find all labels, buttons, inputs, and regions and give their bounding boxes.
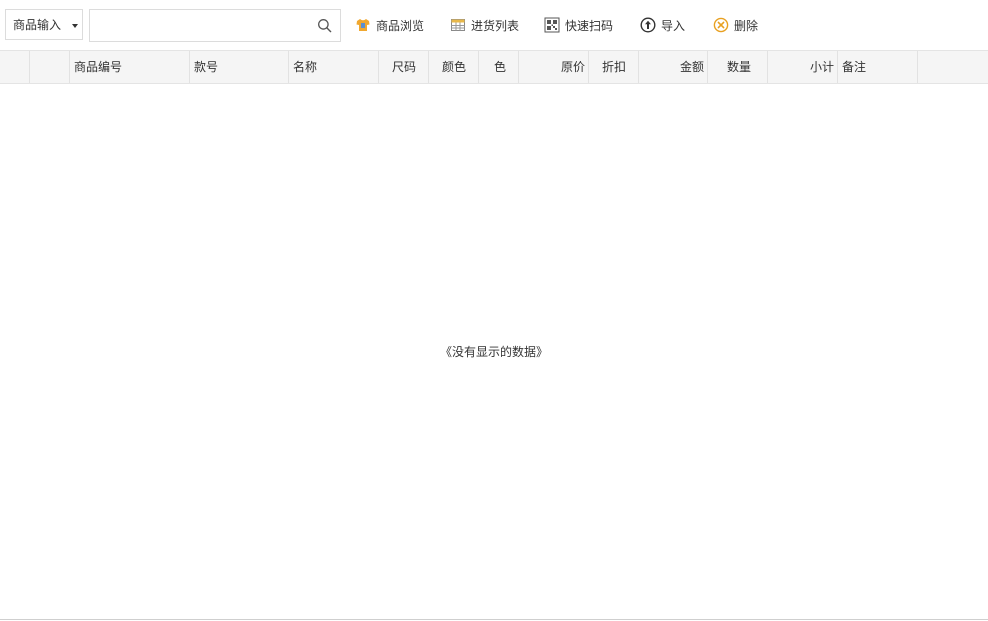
- grid-body[interactable]: 《没有显示的数据》: [0, 84, 988, 619]
- upload-icon: [640, 17, 656, 33]
- quick-scan-label: 快速扫码: [565, 18, 614, 33]
- delete-button[interactable]: 删除: [713, 14, 758, 36]
- delete-circle-icon: [713, 17, 729, 33]
- toolbar: 商品输入 商品浏览 进货列表 快速扫码 导入 删除: [0, 0, 988, 50]
- column-header-indicator[interactable]: [0, 51, 30, 83]
- column-header-original-price[interactable]: 原价: [519, 51, 589, 83]
- import-label: 导入: [661, 18, 686, 33]
- caret-down-icon: [72, 24, 78, 28]
- input-mode-value: 商品输入: [13, 18, 62, 32]
- column-header-filler: [918, 51, 988, 83]
- grid-header: 商品编号 款号 名称 尺码 颜色 色 原价 折扣 金额 数量 小计 备注: [0, 50, 988, 84]
- column-header-remarks[interactable]: 备注: [838, 51, 918, 83]
- bottom-divider: [0, 619, 988, 620]
- column-header-quantity[interactable]: 数量: [708, 51, 768, 83]
- column-header-color-short[interactable]: 色: [479, 51, 519, 83]
- browse-products-button[interactable]: 商品浏览: [355, 14, 424, 36]
- column-header-subtotal[interactable]: 小计: [768, 51, 838, 83]
- column-header-size[interactable]: 尺码: [379, 51, 429, 83]
- import-button[interactable]: 导入: [640, 14, 685, 36]
- column-header-name[interactable]: 名称: [289, 51, 379, 83]
- purchase-list-label: 进货列表: [471, 18, 520, 33]
- column-header-color[interactable]: 颜色: [429, 51, 479, 83]
- empty-data-message: 《没有显示的数据》: [439, 345, 548, 359]
- quick-scan-button[interactable]: 快速扫码: [544, 14, 613, 36]
- browse-products-label: 商品浏览: [376, 18, 425, 33]
- column-header-check[interactable]: [30, 51, 70, 83]
- column-header-amount[interactable]: 金额: [639, 51, 708, 83]
- shirt-icon: [356, 19, 370, 31]
- column-header-style-no[interactable]: 款号: [190, 51, 289, 83]
- column-header-product-code[interactable]: 商品编号: [70, 51, 190, 83]
- delete-label: 删除: [734, 18, 759, 33]
- table-icon: [451, 19, 465, 31]
- column-header-discount[interactable]: 折扣: [589, 51, 639, 83]
- qr-code-icon: [544, 17, 560, 33]
- purchase-list-button[interactable]: 进货列表: [450, 14, 519, 36]
- search-box: [89, 9, 341, 42]
- search-icon[interactable]: [317, 18, 332, 33]
- input-mode-select[interactable]: 商品输入: [5, 9, 83, 40]
- search-input[interactable]: [92, 12, 318, 39]
